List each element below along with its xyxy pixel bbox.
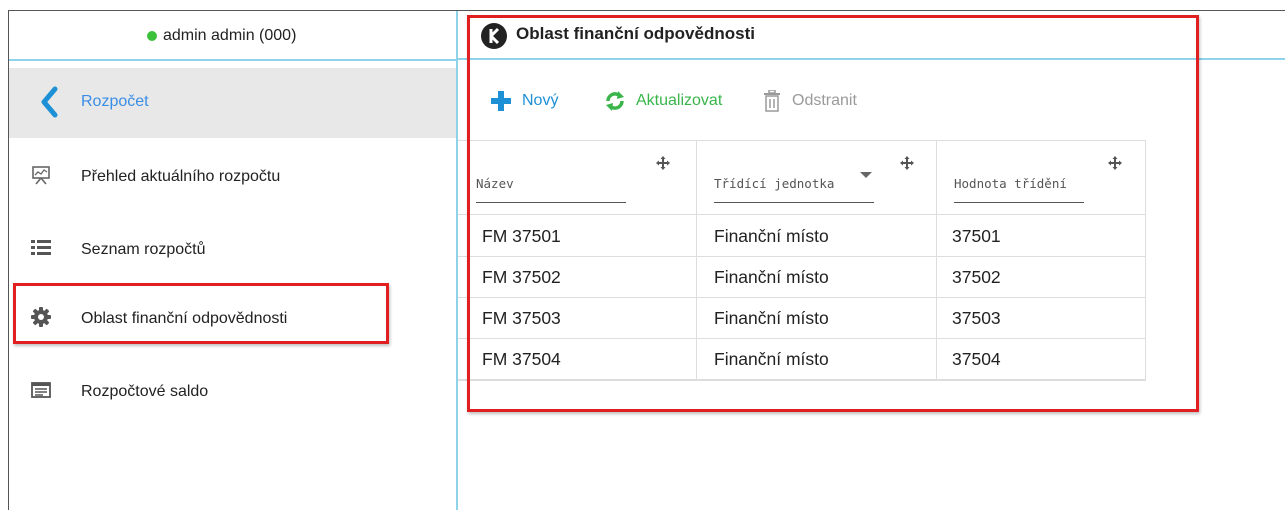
user-bar: admin admin (000) <box>9 11 456 61</box>
sidebar-item-budget-list[interactable]: Seznam rozpočtů <box>9 226 456 278</box>
back-to-budget[interactable]: Rozpočet <box>9 68 456 138</box>
sidebar: admin admin (000) Rozpočet Přehled aktuá… <box>9 11 456 510</box>
highlight-main-panel <box>467 15 1199 412</box>
online-status-icon <box>147 31 157 41</box>
highlight-sidebar-item <box>13 283 389 344</box>
sidebar-item-label: Seznam rozpočtů <box>81 241 206 258</box>
table-card-icon <box>31 382 51 398</box>
list-icon <box>31 240 51 255</box>
sidebar-item-label: Přehled aktuálního rozpočtu <box>81 168 281 185</box>
sidebar-item-label: Rozpočtové saldo <box>81 383 209 400</box>
chevron-left-icon <box>41 86 58 118</box>
sidebar-item-budget-balance[interactable]: Rozpočtové saldo <box>9 368 456 420</box>
presentation-chart-icon <box>32 166 50 185</box>
sidebar-item-budget-overview[interactable]: Přehled aktuálního rozpočtu <box>9 153 456 205</box>
back-label: Rozpočet <box>81 93 149 110</box>
user-name: admin admin (000) <box>163 27 297 44</box>
user-status[interactable]: admin admin (000) <box>147 27 296 45</box>
